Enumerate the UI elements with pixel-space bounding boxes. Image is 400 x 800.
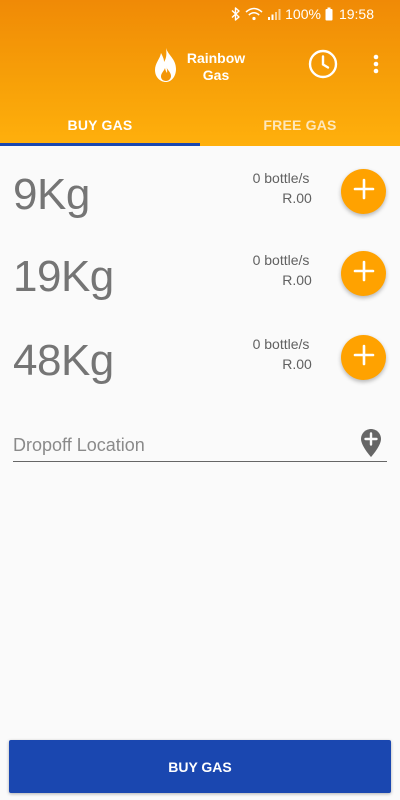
product-quantity: 0 bottle/s [252, 170, 310, 186]
history-clock-icon [307, 48, 339, 85]
product-weight: 48Kg [13, 336, 114, 385]
buy-gas-button[interactable]: BUY GAS [9, 740, 391, 793]
product-price: R.00 [282, 272, 312, 288]
tab-buy-gas[interactable]: BUY GAS [0, 103, 200, 146]
app-title-text: Rainbow Gas [184, 50, 248, 84]
product-quantity: 0 bottle/s [252, 252, 310, 268]
app-title-line2: Gas [202, 67, 230, 83]
bluetooth-icon [231, 7, 241, 21]
plus-icon [352, 177, 376, 206]
more-vert-icon [373, 54, 379, 79]
product-row-19kg: 19Kg 0 bottle/s R.00 [0, 246, 400, 306]
add-bottle-button[interactable] [341, 169, 386, 214]
status-icons: 100% 19:58 [231, 6, 374, 22]
status-bar: 100% 19:58 [0, 0, 400, 28]
status-time: 19:58 [338, 6, 374, 22]
tab-free-gas[interactable]: FREE GAS [200, 103, 400, 146]
app-title: Rainbow Gas [152, 47, 248, 87]
plus-icon [352, 259, 376, 288]
add-location-pin-icon [360, 428, 382, 463]
product-price: R.00 [282, 356, 312, 372]
app-bar: 100% 19:58 Rainbow Gas BUY GAS FREE GAS [0, 0, 400, 146]
product-weight: 9Kg [13, 170, 90, 219]
product-info: 0 bottle/s R.00 [226, 168, 336, 208]
app-title-line1: Rainbow [186, 50, 246, 66]
add-bottle-button[interactable] [341, 251, 386, 296]
dropoff-location-input[interactable] [13, 432, 343, 458]
signal-icon [267, 7, 281, 21]
add-location-button[interactable] [359, 428, 383, 463]
product-row-48kg: 48Kg 0 bottle/s R.00 [0, 330, 400, 390]
product-quantity: 0 bottle/s [252, 336, 310, 352]
tab-buy-gas-label: BUY GAS [67, 116, 133, 133]
battery-percent: 100% [285, 6, 321, 22]
plus-icon [352, 343, 376, 372]
product-price: R.00 [282, 190, 312, 206]
more-options-button[interactable] [366, 51, 386, 81]
buy-gas-button-label: BUY GAS [168, 758, 232, 775]
product-weight: 19Kg [13, 252, 114, 301]
flame-logo-icon [152, 47, 180, 88]
product-row-9kg: 9Kg 0 bottle/s R.00 [0, 164, 400, 224]
tab-bar: BUY GAS FREE GAS [0, 103, 400, 146]
tab-free-gas-label: FREE GAS [263, 116, 337, 133]
dropoff-location-field [13, 428, 387, 462]
wifi-icon [245, 7, 263, 21]
product-info: 0 bottle/s R.00 [226, 334, 336, 374]
history-button[interactable] [306, 49, 340, 83]
tab-indicator [0, 143, 200, 146]
product-info: 0 bottle/s R.00 [226, 250, 336, 290]
add-bottle-button[interactable] [341, 335, 386, 380]
battery-icon [325, 7, 333, 21]
